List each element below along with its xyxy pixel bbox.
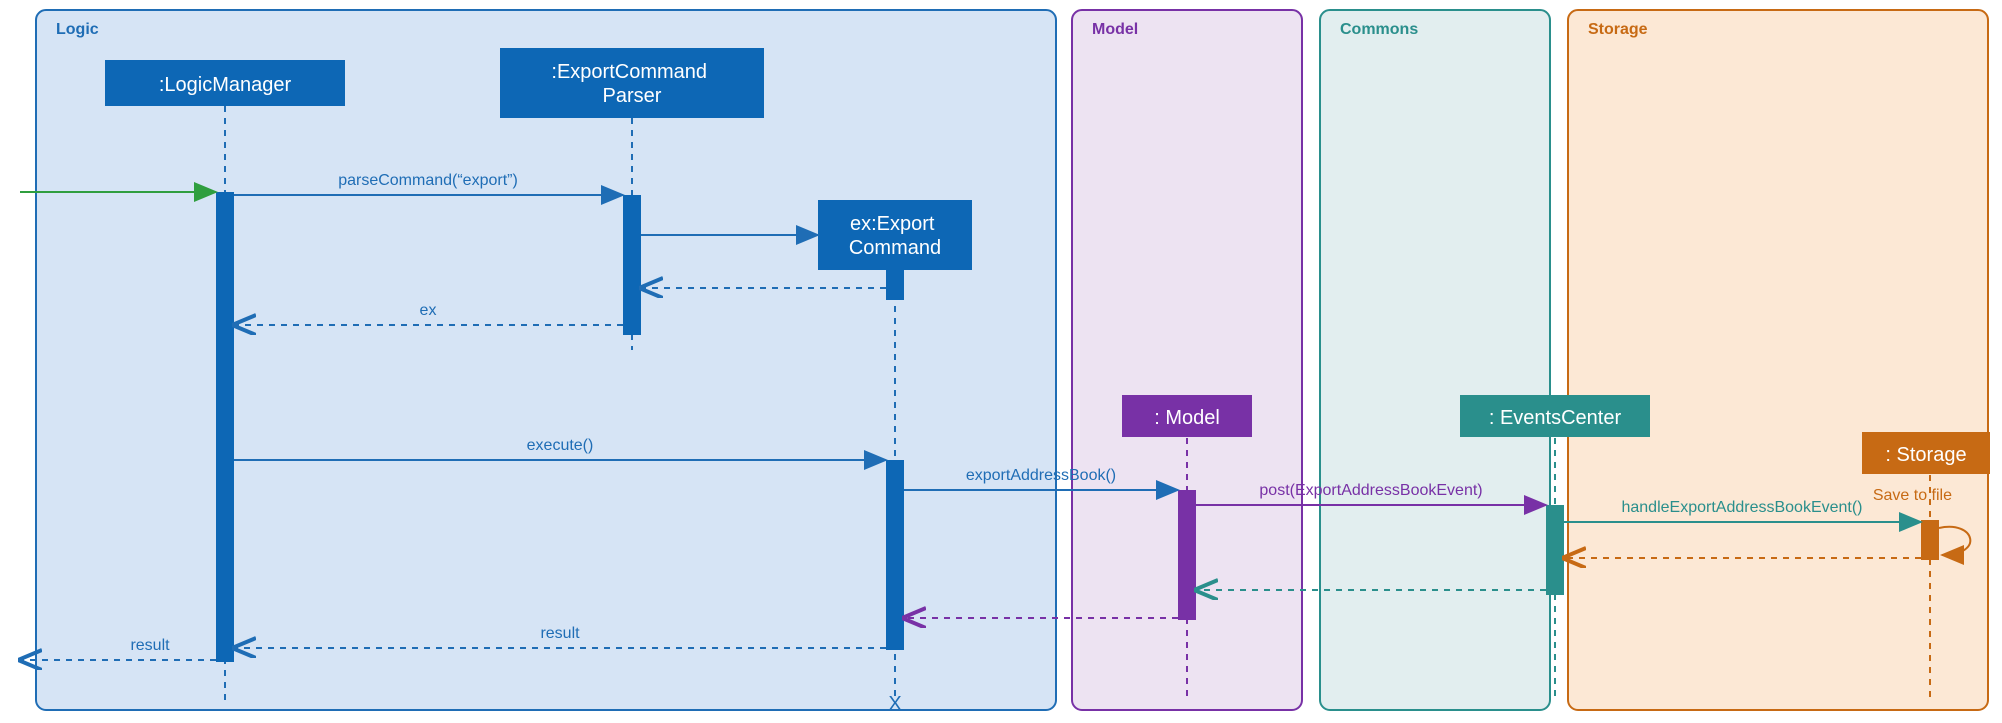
return-ex-label: ex	[420, 302, 437, 319]
region-logic-label: Logic	[56, 21, 99, 38]
participant-export-command-parser: :ExportCommand Parser	[500, 48, 764, 118]
participant-model: : Model	[1122, 395, 1252, 437]
activation-export-command-execute	[886, 460, 904, 650]
participant-export-command: ex:Export Command	[818, 200, 972, 270]
message-parse-command-label: parseCommand(“export”)	[338, 172, 518, 189]
message-handle-export-event-label: handleExportAddressBookEvent()	[1621, 499, 1862, 516]
participant-storage: : Storage	[1862, 432, 1990, 474]
activation-model	[1178, 490, 1196, 620]
return-result-inner-label: result	[540, 625, 580, 642]
message-execute-label: execute()	[527, 437, 594, 454]
region-commons-label: Commons	[1340, 21, 1418, 38]
message-post-export-event-label: post(ExportAddressBookEvent)	[1259, 482, 1482, 499]
message-export-address-book-label: exportAddressBook()	[966, 467, 1116, 484]
activation-export-command-parser	[623, 195, 641, 335]
region-commons: Commons	[1320, 10, 1550, 710]
region-storage-label: Storage	[1588, 21, 1648, 38]
participant-storage-label: : Storage	[1885, 444, 1966, 466]
participant-events-center-label: : EventsCenter	[1489, 407, 1622, 429]
participant-logic-manager: :LogicManager	[105, 60, 345, 106]
participant-model-label: : Model	[1154, 407, 1220, 429]
region-storage: Storage	[1568, 10, 1988, 710]
participant-logic-manager-label: :LogicManager	[159, 74, 292, 96]
activation-events-center	[1546, 505, 1564, 595]
destroy-export-command: X	[888, 693, 901, 715]
activation-export-command-create	[886, 270, 904, 300]
activation-storage	[1921, 520, 1939, 560]
activation-logic-manager	[216, 192, 234, 662]
message-save-to-file-label: Save to file	[1873, 487, 1952, 504]
region-model-label: Model	[1092, 21, 1138, 38]
participant-events-center: : EventsCenter	[1460, 395, 1650, 437]
return-result-outer-label: result	[130, 637, 170, 654]
